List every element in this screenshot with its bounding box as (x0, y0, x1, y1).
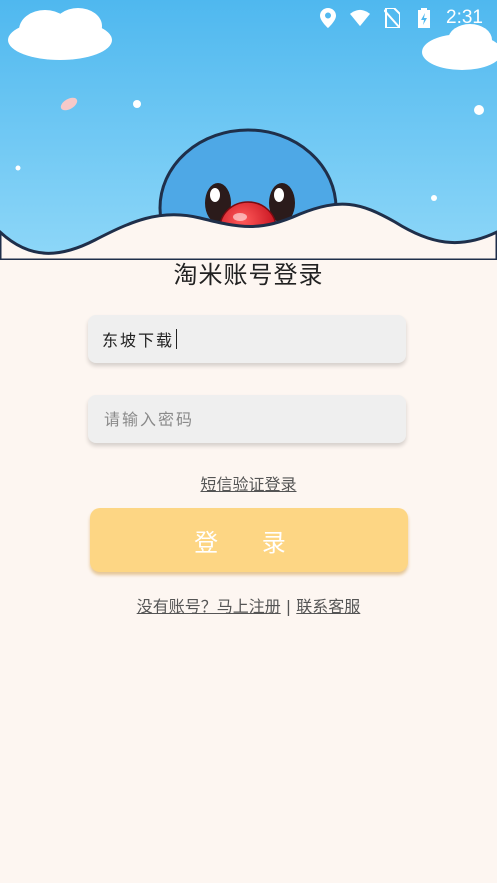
login-button[interactable]: 登 录 (90, 508, 408, 572)
wifi-icon (350, 8, 371, 28)
password-field[interactable] (88, 395, 406, 443)
location-icon (318, 8, 338, 28)
sms-login-link[interactable]: 短信验证登录 (0, 471, 497, 495)
battery-charging-icon (414, 8, 434, 28)
link-separator: | (285, 597, 292, 616)
header-illustration (0, 0, 497, 260)
contact-support-link[interactable]: 联系客服 (296, 597, 360, 616)
status-bar: 2:31 (0, 0, 497, 36)
account-field[interactable]: 东坡下载 (88, 315, 406, 363)
text-cursor (176, 329, 178, 349)
footer-links: 没有账号？马上注册 | 联系客服 (0, 593, 497, 617)
account-value[interactable]: 东坡下载 (102, 327, 174, 351)
no-sim-icon (382, 8, 402, 28)
register-link[interactable]: 没有账号？马上注册 (137, 597, 281, 616)
status-time: 2:31 (446, 7, 483, 28)
password-input[interactable] (102, 408, 406, 430)
page-title: 淘米账号登录 (173, 261, 324, 289)
